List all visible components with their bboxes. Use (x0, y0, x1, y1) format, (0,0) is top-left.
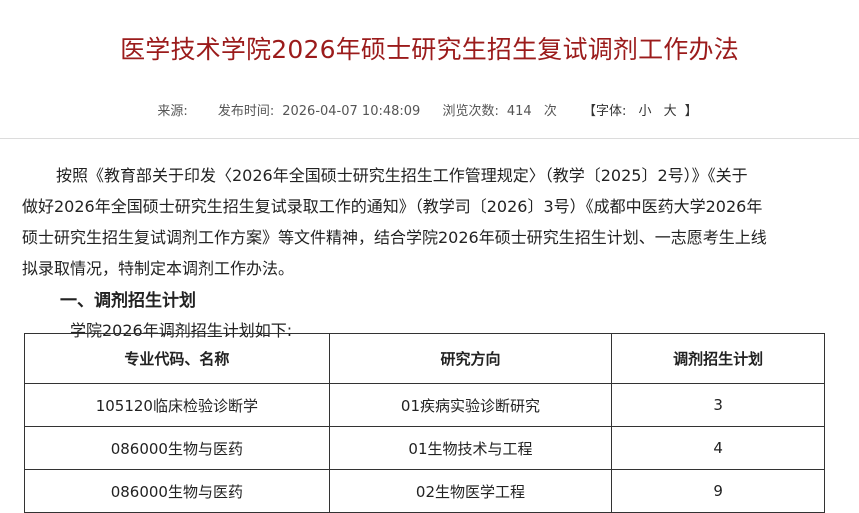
cell-major: 086000生物与医药 (24, 426, 330, 470)
font-size-close: 】 (684, 104, 698, 119)
views-label: 浏览次数: (442, 104, 499, 119)
views-unit: 次 (543, 104, 557, 119)
header-quota: 调剂招生计划 (611, 333, 825, 384)
table-header-row: 专业代码、名称 研究方向 调剂招生计划 (24, 333, 825, 384)
table-row: 086000生物与医药 01生物技术与工程 4 (24, 426, 825, 470)
paragraph-line: 按照《教育部关于印发〈2026年全国硕士研究生招生工作管理规定〉（教学〔2025… (56, 166, 748, 185)
paragraph-line: 做好2026年全国硕士研究生招生复试录取工作的通知》（教学司〔2026〕3号）《… (22, 197, 763, 216)
cell-major: 105120临床检验诊断学 (24, 383, 330, 427)
adjustment-plan-table: 专业代码、名称 研究方向 调剂招生计划 105120临床检验诊断学 01疾病实验… (24, 333, 825, 513)
cell-quota: 9 (611, 469, 825, 513)
views-count: 414 (506, 104, 532, 119)
header-direction: 研究方向 (328, 333, 613, 384)
cell-quota: 4 (611, 426, 825, 470)
font-large-button[interactable]: 大 (664, 104, 677, 119)
font-small-button[interactable]: 小 (639, 104, 652, 119)
table-row: 086000生物与医药 02生物医学工程 9 (24, 469, 825, 513)
published-label: 发布时间: (217, 104, 275, 119)
article-meta: 来源: 发布时间: 2026-04-07 10:48:09 浏览次数: 414 次 … (0, 100, 859, 119)
article-title: 医学技术学院2026年硕士研究生招生复试调剂工作办法 (120, 35, 739, 64)
paragraph-line: 硕士研究生招生复试调剂工作方案》等文件精神，结合学院2026年硕士研究生招生计划… (22, 228, 767, 247)
cell-direction: 01生物技术与工程 (328, 426, 613, 470)
table-row: 105120临床检验诊断学 01疾病实验诊断研究 3 (24, 383, 825, 427)
font-size-label: 【字体: (582, 104, 627, 119)
cell-direction: 01疾病实验诊断研究 (328, 383, 613, 427)
section-heading: 一、调剂招生计划 (60, 291, 196, 311)
source-label: 来源: (157, 104, 188, 119)
cell-quota: 3 (611, 383, 825, 427)
article-body: 按照《教育部关于印发〈2026年全国硕士研究生招生工作管理规定〉（教学〔2025… (22, 160, 859, 344)
header-major: 专业代码、名称 (24, 333, 330, 384)
published-time: 2026-04-07 10:48:09 (282, 104, 421, 119)
cell-direction: 02生物医学工程 (328, 469, 613, 513)
header-divider (0, 138, 859, 139)
paragraph-line: 拟录取情况，特制定本调剂工作办法。 (22, 259, 295, 278)
font-size-control: 【字体: 小 大】 (579, 104, 702, 119)
cell-major: 086000生物与医药 (24, 469, 330, 513)
